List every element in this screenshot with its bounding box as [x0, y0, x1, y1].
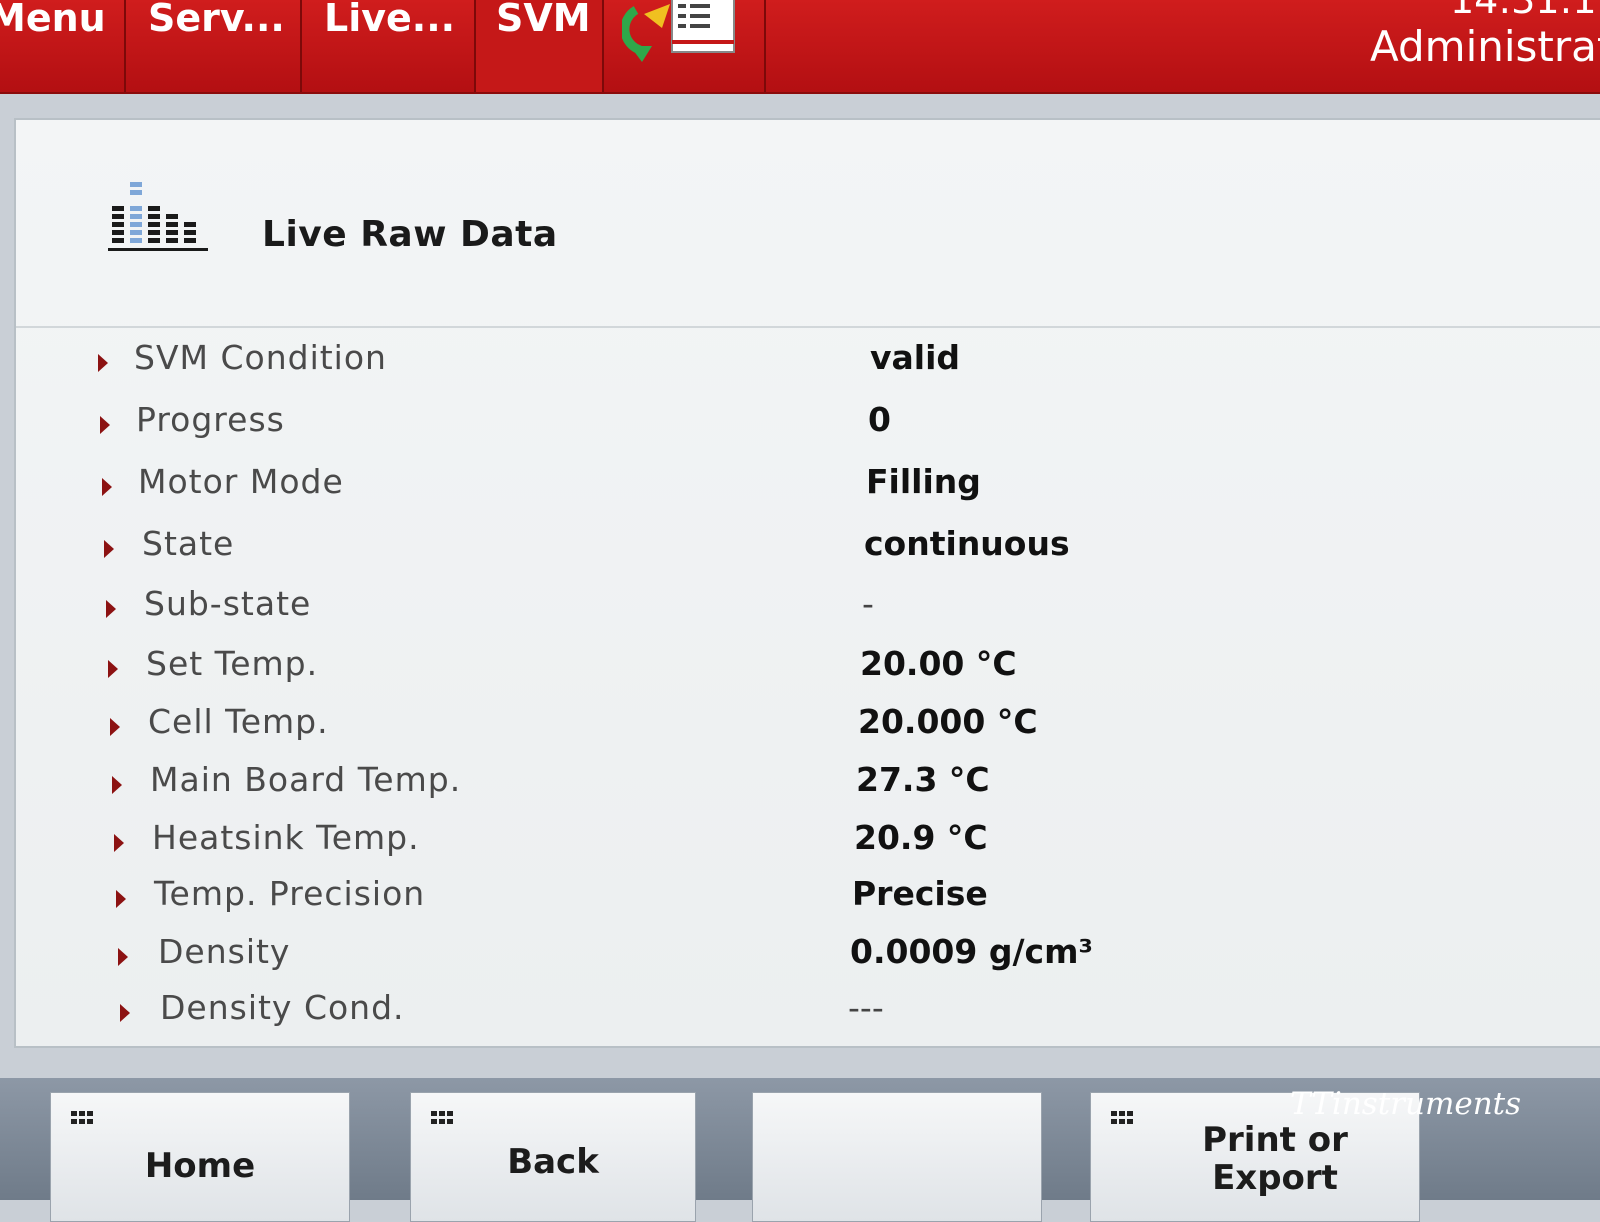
list-item-temp-precision[interactable]: Temp. Precision Precise — [16, 868, 1596, 928]
list-item-svm-condition[interactable]: SVM Condition valid — [16, 332, 1596, 392]
bar-chart-icon — [108, 182, 208, 251]
item-value: Precise — [852, 874, 988, 913]
clock: 14:31:1 — [1450, 0, 1597, 22]
live-raw-data-panel: Live Raw Data SVM Condition valid Progre… — [14, 118, 1600, 1048]
item-label: Main Board Temp. — [150, 760, 462, 799]
item-label: Density Cond. — [160, 988, 405, 1027]
item-label: Temp. Precision — [154, 874, 426, 913]
caret-right-icon — [100, 416, 110, 434]
list-item-sub-state[interactable]: Sub-state - — [16, 578, 1596, 638]
item-value: Filling — [866, 462, 981, 501]
caret-right-icon — [104, 540, 114, 558]
print-button-label-line2: Export — [1212, 1158, 1338, 1198]
item-value: 0.0009 g/cm³ — [850, 932, 1093, 971]
item-value: 20.000 °C — [858, 702, 1038, 741]
item-value: continuous — [864, 524, 1070, 563]
grid-icon — [431, 1111, 453, 1124]
item-label: Density — [158, 932, 291, 971]
page-title: Live Raw Data — [262, 214, 558, 255]
caret-right-icon — [112, 776, 122, 794]
caret-right-icon — [98, 354, 108, 372]
item-label: Set Temp. — [146, 644, 319, 683]
print-button-label-line1: Print or — [1202, 1120, 1348, 1160]
item-value: - — [862, 584, 874, 623]
caret-right-icon — [114, 834, 124, 852]
tab-menu[interactable]: Menu — [0, 0, 126, 92]
tab-svm-label: SVM — [496, 0, 591, 40]
sync-method-button[interactable] — [604, 0, 766, 92]
item-label: Sub-state — [144, 584, 312, 623]
caret-right-icon — [120, 1004, 130, 1022]
list-item-heatsink-temp[interactable]: Heatsink Temp. 20.9 °C — [16, 812, 1596, 872]
caret-right-icon — [110, 718, 120, 736]
caret-right-icon — [106, 600, 116, 618]
tab-svm[interactable]: SVM — [476, 0, 604, 92]
back-button[interactable]: Back — [410, 1092, 696, 1222]
list-item-cell-temp[interactable]: Cell Temp. 20.000 °C — [16, 696, 1596, 756]
list-item-state[interactable]: State continuous — [16, 518, 1596, 578]
user-name: Administrator — [1370, 22, 1600, 71]
item-label: Heatsink Temp. — [152, 818, 420, 857]
watermark: TTinstruments — [1290, 1086, 1522, 1122]
list-item-density[interactable]: Density 0.0009 g/cm³ — [16, 926, 1596, 986]
home-button[interactable]: Home — [50, 1092, 350, 1222]
item-value: --- — [848, 988, 884, 1027]
tab-menu-label: Menu — [0, 0, 106, 40]
caret-right-icon — [116, 890, 126, 908]
empty-button[interactable] — [752, 1092, 1042, 1222]
item-label: SVM Condition — [134, 338, 387, 377]
caret-right-icon — [102, 478, 112, 496]
caret-right-icon — [118, 948, 128, 966]
list-item-motor-mode[interactable]: Motor Mode Filling — [16, 456, 1596, 516]
list-item-set-temp[interactable]: Set Temp. 20.00 °C — [16, 638, 1596, 698]
tab-live[interactable]: Live... — [302, 0, 476, 92]
caret-right-icon — [108, 660, 118, 678]
tab-live-label: Live... — [324, 0, 456, 40]
item-value: 20.9 °C — [854, 818, 988, 857]
item-label: State — [142, 524, 235, 563]
top-menu-bar: Menu Serv... Live... SVM 14:31:1 Adminis… — [0, 0, 1600, 94]
item-value: valid — [870, 338, 961, 377]
list-item-main-board-temp[interactable]: Main Board Temp. 27.3 °C — [16, 754, 1596, 814]
tab-service-label: Serv... — [148, 0, 285, 40]
back-button-label: Back — [507, 1142, 599, 1182]
tab-service[interactable]: Serv... — [126, 0, 302, 92]
list-item-density-cond[interactable]: Density Cond. --- — [16, 982, 1596, 1042]
item-label: Cell Temp. — [148, 702, 329, 741]
list-item-progress[interactable]: Progress 0 — [16, 394, 1596, 454]
item-value: 20.00 °C — [860, 644, 1017, 683]
item-value: 0 — [868, 400, 891, 439]
item-label: Motor Mode — [138, 462, 344, 501]
home-button-label: Home — [144, 1146, 256, 1186]
item-value: 27.3 °C — [856, 760, 990, 799]
grid-icon — [71, 1111, 93, 1124]
item-label: Progress — [136, 400, 285, 439]
panel-header: Live Raw Data — [16, 120, 1600, 328]
sync-document-icon — [622, 0, 735, 62]
